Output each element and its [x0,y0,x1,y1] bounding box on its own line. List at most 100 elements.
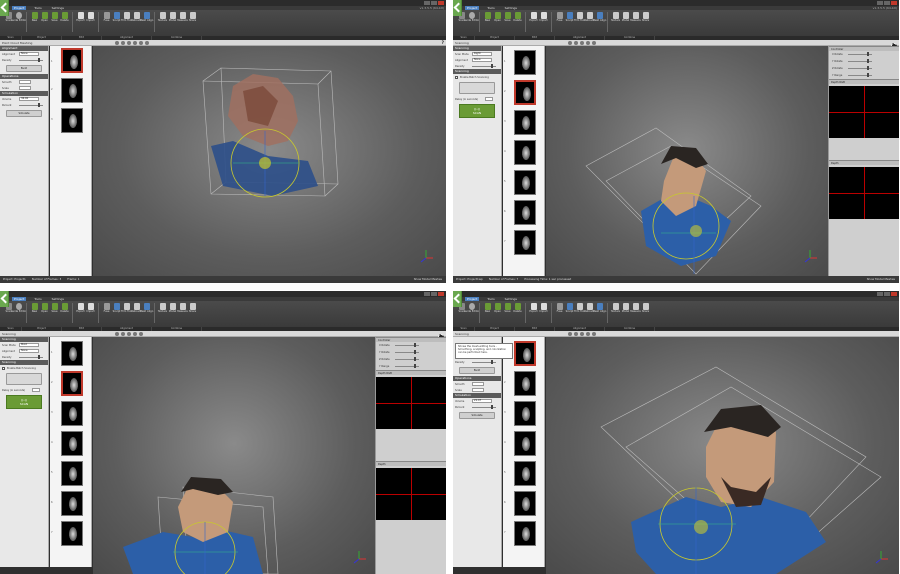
sculpt-button[interactable]: Sculpt [112,10,121,34]
y-range-slider[interactable] [848,73,872,77]
frame-thumbnail[interactable] [61,461,83,486]
batch-checkbox[interactable] [455,75,458,79]
simulate-button[interactable]: Simulate [459,412,495,419]
smooth-input[interactable] [19,80,31,84]
mesh-align-button[interactable]: Mesh Align [140,10,153,34]
close-button[interactable] [438,292,444,296]
frame-thumbnail[interactable] [514,80,536,105]
open-button[interactable]: Open [40,10,49,34]
minimize-button[interactable] [424,1,430,5]
save-button[interactable]: Save [503,10,512,34]
minimize-button[interactable] [424,292,430,296]
frame-thumbnail[interactable] [514,341,536,366]
frame-thumbnail[interactable] [514,140,536,165]
new-button[interactable]: New [30,10,39,34]
open-button[interactable]: Open [493,301,502,325]
frame-thumbnail[interactable] [514,230,536,255]
build-button[interactable]: Build [6,65,42,72]
close-button[interactable] [438,1,444,5]
sculpt-button[interactable]: Sculpt [565,10,574,34]
z-rotate-slider[interactable] [848,66,872,70]
smooth-button[interactable]: Smooth [455,383,470,386]
measure-button[interactable]: Measure [177,10,188,34]
measure-button[interactable]: Measure [630,301,641,325]
scan-start-button[interactable]: ((•)) SCAN [6,395,42,409]
scale-input[interactable] [19,86,31,90]
y-rotate-slider[interactable] [848,59,872,63]
volume-input[interactable]: 21.07 [472,399,492,403]
frame-thumbnail[interactable] [514,110,536,135]
app-logo[interactable] [453,291,462,307]
view-icon[interactable] [574,41,578,45]
mesh-align-button[interactable]: Mesh Align [593,301,606,325]
frame-thumbnail[interactable] [514,461,536,486]
view-icon[interactable] [127,332,131,336]
model-button[interactable]: Model [621,10,630,34]
maximize-button[interactable] [884,292,890,296]
smooth-input[interactable] [472,382,484,386]
density-slider[interactable] [472,359,496,364]
view-icon[interactable] [568,332,572,336]
view-icon[interactable] [580,332,584,336]
view-icon[interactable] [580,41,584,45]
trim-tool-button[interactable]: Trim Tool [121,10,132,34]
share-button[interactable]: Share [188,10,197,34]
guide-editor-button[interactable]: Guide Editor [464,10,479,34]
view-icon[interactable] [592,332,596,336]
view-icon[interactable] [127,41,131,45]
close-button[interactable] [891,292,897,296]
alignment-select[interactable]: None [472,58,492,62]
export-button[interactable]: Export [76,10,85,34]
volume-input[interactable]: 36.00 [19,97,39,101]
share-button[interactable]: Share [641,10,650,34]
export-button[interactable]: Export [529,301,538,325]
view-icon[interactable] [574,332,578,336]
3d-viewport[interactable] [546,46,828,276]
sculpt-button[interactable]: Sculpt [112,301,121,325]
view-icon[interactable] [139,41,143,45]
model-button[interactable]: Model [168,10,177,34]
simulate-button[interactable]: Simulate [6,110,42,117]
scale-button[interactable]: Scale [2,87,17,90]
frame-thumbnail[interactable] [514,401,536,426]
open-button[interactable]: Open [40,301,49,325]
x-rotate-slider[interactable] [395,343,419,347]
maximize-button[interactable] [884,1,890,5]
density-slider[interactable] [19,57,43,62]
delete-button[interactable]: Delete [60,10,69,34]
density-slider[interactable] [472,63,496,68]
scale-button[interactable]: Scale [455,389,470,392]
frame-thumbnail[interactable] [514,431,536,456]
delay-input[interactable] [485,97,493,101]
y-rotate-slider[interactable] [395,350,419,354]
view-icon[interactable] [145,41,149,45]
save-button[interactable]: Save [50,10,59,34]
help-icon[interactable]: ? [442,40,444,45]
trim-tool-button[interactable]: Trim Tool [574,10,585,34]
delete-button[interactable]: Delete [513,301,522,325]
frame-thumbnail[interactable] [61,521,83,546]
build-button[interactable]: Build [459,367,495,374]
view-icon[interactable] [121,41,125,45]
frame-thumbnail[interactable] [61,491,83,516]
view-icon[interactable] [586,332,590,336]
view-icon[interactable] [115,332,119,336]
fuse-button[interactable]: Fuse [102,10,111,34]
mesh-align-button[interactable]: Mesh Align [140,301,153,325]
trim-tool-button[interactable]: Trim Tool [574,301,585,325]
close-button[interactable] [891,1,897,5]
scale-input[interactable] [472,388,484,392]
y-range-slider[interactable] [395,364,419,368]
share-button[interactable]: Share [188,301,197,325]
fuse-button[interactable]: Fuse [555,10,564,34]
alignment-select[interactable]: None [19,349,39,353]
import-button[interactable]: Import [539,10,548,34]
3d-viewport[interactable] [546,337,899,574]
open-button[interactable]: Open [493,10,502,34]
frame-thumbnail[interactable] [514,491,536,516]
measure-button[interactable]: Measure [630,10,641,34]
model-button[interactable]: Model [621,301,630,325]
save-button[interactable]: Save [503,301,512,325]
view-icon[interactable] [586,41,590,45]
texture-button[interactable]: Texture [611,10,620,34]
